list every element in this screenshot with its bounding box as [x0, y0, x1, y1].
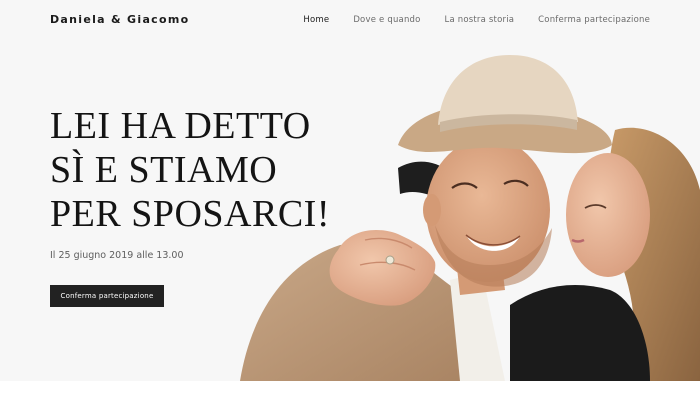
woman-face: [566, 153, 650, 277]
nav-la-nostra-storia[interactable]: La nostra storia: [445, 15, 515, 25]
headline-line: PER SPOSARCI!: [50, 193, 330, 235]
headline-line: SÌ E STIAMO: [50, 149, 278, 191]
ring: [385, 255, 395, 265]
site-brand[interactable]: Daniela & Giacomo: [50, 13, 189, 26]
nav-home[interactable]: Home: [303, 15, 329, 25]
headline-line: LEI HA DETTO: [50, 105, 311, 147]
main-nav: Home Dove e quando La nostra storia Conf…: [303, 15, 650, 25]
nav-dove-e-quando[interactable]: Dove e quando: [353, 15, 420, 25]
rsvp-button[interactable]: Conferma partecipazione: [50, 285, 164, 307]
page-bottom-band: [0, 381, 700, 400]
event-date: Il 25 giugno 2019 alle 13.00: [50, 250, 184, 261]
hero-headline: LEI HA DETTO SÌ E STIAMO PER SPOSARCI!: [50, 104, 330, 236]
woman-top: [510, 285, 650, 381]
nav-conferma-partecipazione[interactable]: Conferma partecipazione: [538, 15, 650, 25]
hero-section: Daniela & Giacomo Home Dove e quando La …: [0, 0, 700, 381]
